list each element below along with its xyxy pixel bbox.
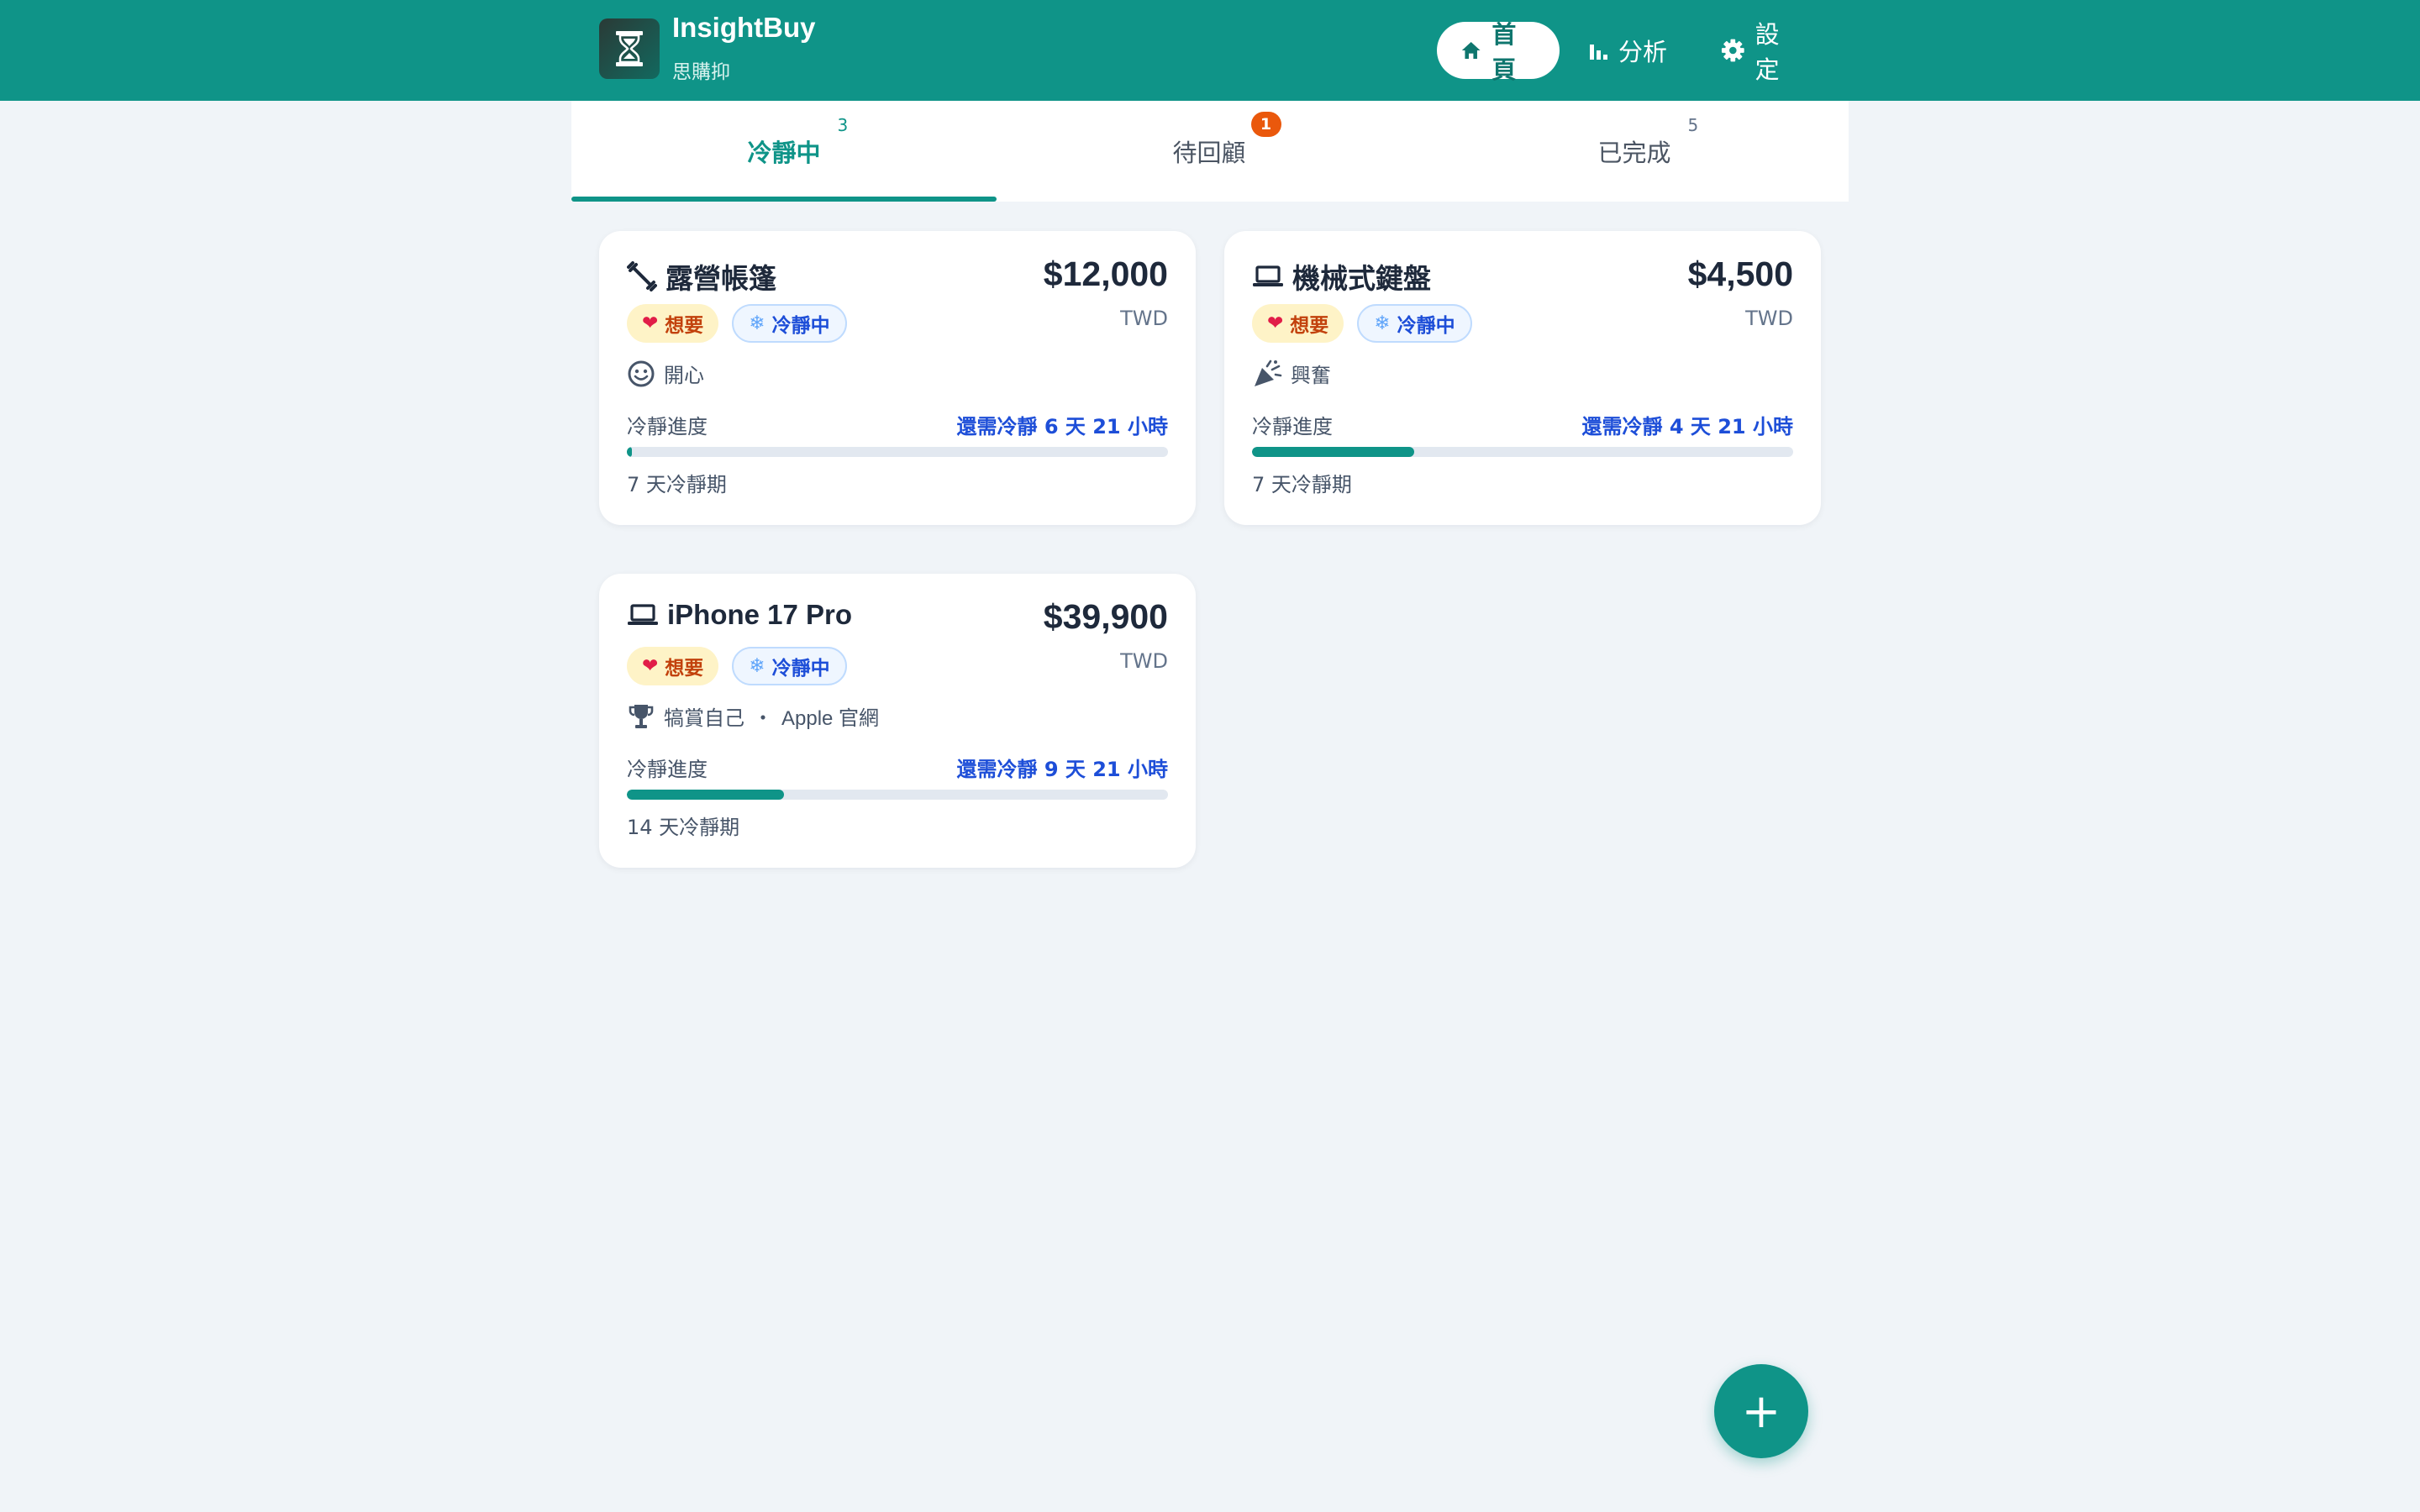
card-mood: 開心 bbox=[627, 359, 704, 388]
tab-review[interactable]: 待回顧 1 bbox=[997, 101, 1422, 202]
tab-review-label: 待回顧 bbox=[1172, 139, 1246, 167]
bar-chart-icon bbox=[1590, 45, 1607, 60]
card-title: 機械式鍵盤 bbox=[1252, 256, 1431, 297]
progress-fill bbox=[627, 790, 784, 800]
meta-separator: ・ bbox=[753, 706, 773, 730]
progress-label: 冷靜進度 bbox=[1252, 415, 1333, 438]
chip-want-label: 想要 bbox=[665, 315, 704, 337]
tab-completed-label: 已完成 bbox=[1597, 139, 1671, 167]
progress-remaining: 還需冷靜 6 天 21 小時 bbox=[956, 415, 1168, 438]
card-price: $39,900 bbox=[1043, 597, 1168, 636]
card-mood: 興奮 bbox=[1252, 359, 1331, 388]
progress-remaining: 還需冷靜 4 天 21 小時 bbox=[1581, 415, 1793, 438]
cooling-period: 7 天冷靜期 bbox=[1252, 473, 1352, 496]
chip-cooling-label: 冷靜中 bbox=[771, 658, 830, 680]
cooling-period: 14 天冷靜期 bbox=[627, 816, 740, 839]
card-price: $4,500 bbox=[1687, 255, 1793, 293]
snowflake-icon: ❄ bbox=[1374, 312, 1391, 334]
laptop-icon bbox=[628, 604, 658, 625]
chip-want: ❤ 想要 bbox=[1252, 304, 1344, 343]
laptop-icon bbox=[1253, 265, 1283, 286]
card-chips: ❤ 想要 ❄ 冷靜中 bbox=[627, 647, 847, 685]
card-currency: TWD bbox=[1745, 307, 1793, 330]
trophy-icon bbox=[629, 704, 654, 728]
card-currency: TWD bbox=[1120, 307, 1168, 330]
status-tabs: 冷靜中 3 待回顧 1 已完成 5 bbox=[571, 101, 1849, 202]
card-chips: ❤ 想要 ❄ 冷靜中 bbox=[627, 304, 847, 343]
progress-bar bbox=[627, 790, 1168, 800]
chip-want-label: 想要 bbox=[665, 658, 704, 680]
item-card[interactable]: 機械式鍵盤 $4,500 TWD ❤ 想要 ❄ 冷靜中 興奮 冷靜進度 還需冷靜… bbox=[1224, 231, 1821, 525]
card-chips: ❤ 想要 ❄ 冷靜中 bbox=[1252, 304, 1472, 343]
tab-cooling-count: 3 bbox=[837, 115, 849, 135]
tab-review-badge: 1 bbox=[1250, 112, 1281, 137]
card-title-text: 露營帳篷 bbox=[666, 262, 776, 295]
progress-bar bbox=[1252, 447, 1793, 457]
card-title-text: iPhone 17 Pro bbox=[667, 599, 853, 630]
progress-fill bbox=[1252, 447, 1415, 457]
nav-settings-label: 設定 bbox=[1754, 20, 1780, 84]
dumbbell-icon bbox=[627, 261, 657, 291]
home-icon bbox=[1461, 42, 1481, 59]
gear-icon bbox=[1721, 39, 1744, 62]
card-mood-text: 開心 bbox=[664, 364, 704, 387]
chip-want-label: 想要 bbox=[1290, 315, 1329, 337]
tab-cooling-label: 冷靜中 bbox=[747, 139, 821, 167]
add-item-button[interactable]: + bbox=[1714, 1364, 1808, 1458]
nav-settings-button[interactable]: 設定 bbox=[1697, 20, 1825, 84]
nav-home-label: 首頁 bbox=[1491, 20, 1517, 84]
card-title: iPhone 17 Pro bbox=[627, 599, 852, 631]
nav-analytics-label: 分析 bbox=[1618, 38, 1668, 66]
chip-cooling: ❄ 冷靜中 bbox=[1357, 304, 1472, 343]
item-card[interactable]: iPhone 17 Pro $39,900 TWD ❤ 想要 ❄ 冷靜中 犒賞自… bbox=[599, 574, 1196, 868]
app-subtitle: 思購抑 bbox=[672, 61, 730, 83]
app-logo[interactable] bbox=[599, 18, 660, 79]
heart-icon: ❤ bbox=[642, 655, 659, 677]
app-header: InsightBuy 思購抑 首頁 分析 設定 bbox=[0, 0, 2420, 101]
app-name: InsightBuy bbox=[672, 12, 816, 43]
progress-label: 冷靜進度 bbox=[627, 415, 708, 438]
tab-completed-count: 5 bbox=[1687, 115, 1699, 135]
plus-icon: + bbox=[1741, 1383, 1781, 1439]
chip-want: ❤ 想要 bbox=[627, 647, 719, 685]
chip-cooling-label: 冷靜中 bbox=[1397, 315, 1455, 337]
heart-icon: ❤ bbox=[642, 312, 659, 334]
progress-bar bbox=[627, 447, 1168, 457]
chip-cooling: ❄ 冷靜中 bbox=[732, 647, 847, 685]
cooling-period: 7 天冷靜期 bbox=[627, 473, 727, 496]
card-reason-text: 犒賞自己 bbox=[664, 706, 744, 730]
progress-label: 冷靜進度 bbox=[627, 758, 708, 781]
chip-cooling: ❄ 冷靜中 bbox=[732, 304, 847, 343]
snowflake-icon: ❄ bbox=[749, 655, 765, 677]
card-mood-text: 興奮 bbox=[1291, 364, 1331, 387]
card-currency: TWD bbox=[1120, 649, 1168, 673]
nav-home-button[interactable]: 首頁 bbox=[1437, 20, 1560, 84]
snowflake-icon: ❄ bbox=[749, 312, 765, 334]
card-source-text: Apple 官網 bbox=[781, 707, 880, 730]
card-title: 露營帳篷 bbox=[627, 256, 776, 297]
smiley-icon bbox=[628, 360, 655, 386]
nav-analytics-button[interactable]: 分析 bbox=[1565, 22, 1692, 79]
card-reason: 犒賞自己 ・ Apple 官網 bbox=[627, 701, 879, 731]
card-title-text: 機械式鍵盤 bbox=[1292, 262, 1431, 295]
hourglass-icon bbox=[616, 31, 643, 66]
chip-cooling-label: 冷靜中 bbox=[771, 315, 830, 337]
heart-icon: ❤ bbox=[1267, 312, 1284, 334]
item-card[interactable]: 露營帳篷 $12,000 TWD ❤ 想要 ❄ 冷靜中 開心 冷靜進度 還需冷靜… bbox=[599, 231, 1196, 525]
party-popper-icon bbox=[1255, 360, 1282, 386]
chip-want: ❤ 想要 bbox=[627, 304, 719, 343]
tab-cooling[interactable]: 冷靜中 3 bbox=[571, 101, 997, 202]
progress-fill bbox=[627, 447, 633, 457]
card-price: $12,000 bbox=[1043, 255, 1168, 293]
tab-completed[interactable]: 已完成 5 bbox=[1422, 101, 1847, 202]
progress-remaining: 還需冷靜 9 天 21 小時 bbox=[956, 758, 1168, 781]
